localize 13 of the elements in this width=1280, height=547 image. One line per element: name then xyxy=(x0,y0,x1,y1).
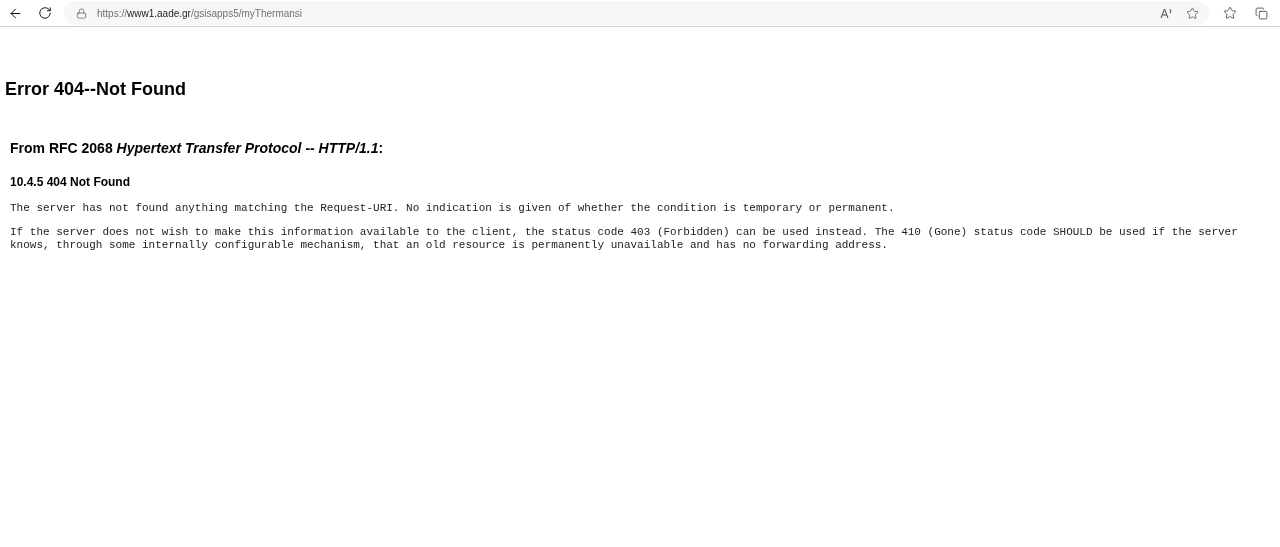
add-favorite-icon[interactable] xyxy=(1186,6,1199,20)
body-paragraph: The server has not found anything matching the Request-URI. No indication is given of whether the condition is temporary or permanent. xyxy=(10,202,896,215)
body-paragraph: If the server does not wish to make this information available to the client, the status code 403 (Forbidden) can be used instead. The 410 (Gone) status code SHOULD be used if the server knows, through some internally configurable mechanism, that an old resource is permanently unavailable and has no forwarding address. xyxy=(10,226,1239,252)
lock-icon xyxy=(76,7,87,19)
section-heading: 10.4.5 404 Not Found xyxy=(10,174,132,191)
address-bar[interactable]: https://www1.aade.gr/gsisapps5/myThermansi xyxy=(64,1,1209,25)
read-aloud-icon[interactable] xyxy=(1160,7,1174,19)
collections-icon[interactable] xyxy=(1255,6,1268,20)
url-text: https://www1.aade.gr/gsisapps5/myThermansi xyxy=(97,6,303,21)
source-heading: From RFC 2068 Hypertext Transfer Protocol -- HTTP/1.1: xyxy=(10,139,385,158)
favorites-icon[interactable] xyxy=(1223,6,1237,20)
refresh-icon xyxy=(38,6,52,20)
page-heading: Error 404--Not Found xyxy=(5,78,187,101)
